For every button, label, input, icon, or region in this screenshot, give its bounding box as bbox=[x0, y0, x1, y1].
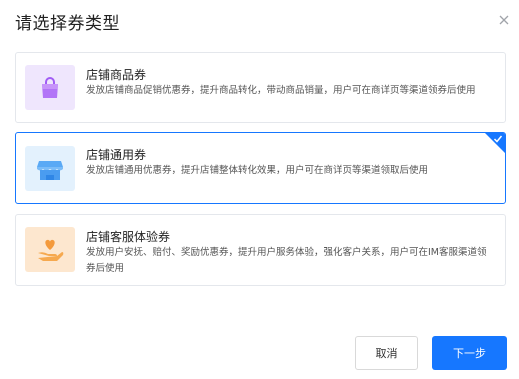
dialog-title: 请选择券类型 bbox=[15, 14, 120, 34]
coupon-option-description: 发放店铺商品促销优惠券，提升商品转化，带动商品销量，用户可在商详页等渠道领券后使… bbox=[86, 85, 476, 96]
check-icon bbox=[493, 135, 503, 143]
coupon-option-description: 发放用户安抚、赔付、奖励优惠券，提升用户服务体验，强化客户关系，用户可在IM客服… bbox=[86, 247, 487, 274]
heart-hand-icon bbox=[25, 227, 75, 272]
next-step-button[interactable]: 下一步 bbox=[432, 336, 507, 370]
coupon-option-name: 店铺客服体验券 bbox=[86, 230, 171, 244]
coupon-option-customer-service[interactable]: 店铺客服体验券 发放用户安抚、赔付、奖励优惠券，提升用户服务体验，强化客户关系，… bbox=[15, 214, 506, 286]
coupon-option-name: 店铺通用券 bbox=[86, 148, 147, 162]
coupon-option-description: 发放店铺通用优惠券，提升店铺整体转化效果，用户可在商详页等渠道领取后使用 bbox=[86, 165, 429, 176]
coupon-option-store-general[interactable]: 店铺通用券 发放店铺通用优惠券，提升店铺整体转化效果，用户可在商详页等渠道领取后… bbox=[15, 132, 506, 204]
storefront-icon bbox=[25, 146, 75, 191]
cancel-button[interactable]: 取消 bbox=[355, 336, 418, 370]
shopping-bag-icon bbox=[25, 65, 75, 110]
close-icon[interactable] bbox=[496, 12, 512, 28]
coupon-option-store-product[interactable]: 店铺商品券 发放店铺商品促销优惠券，提升商品转化，带动商品销量，用户可在商详页等… bbox=[15, 52, 506, 123]
coupon-option-name: 店铺商品券 bbox=[86, 68, 147, 82]
